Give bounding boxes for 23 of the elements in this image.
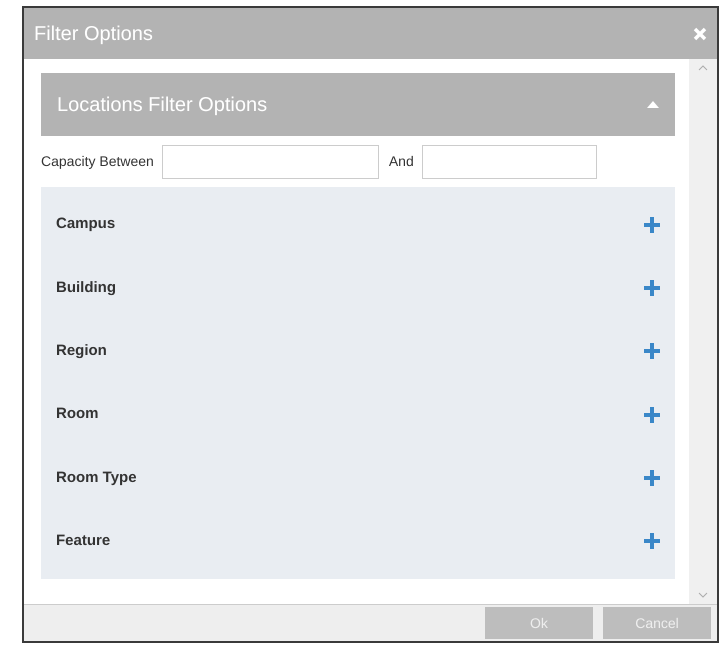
plus-icon bbox=[644, 280, 660, 296]
and-label: And bbox=[388, 152, 414, 171]
capacity-label: Capacity Between bbox=[41, 152, 154, 171]
collapse-icon bbox=[647, 101, 659, 108]
plus-icon bbox=[644, 216, 660, 233]
filter-row[interactable]: Room Type bbox=[41, 456, 675, 500]
plus-icon bbox=[644, 533, 660, 550]
scroll-up-icon bbox=[698, 65, 708, 71]
filter-row[interactable]: Room bbox=[41, 392, 675, 437]
filter-row[interactable]: Feature bbox=[41, 519, 675, 564]
dialog-title: Filter Options bbox=[34, 22, 153, 46]
filter-row[interactable]: Building bbox=[41, 266, 675, 310]
close-button[interactable] bbox=[693, 26, 707, 40]
scrollbar[interactable] bbox=[689, 59, 717, 604]
plus-icon bbox=[644, 470, 660, 486]
plus-icon bbox=[644, 343, 660, 360]
scroll-down-icon bbox=[698, 592, 708, 598]
filter-row[interactable]: Region bbox=[41, 329, 675, 374]
plus-icon bbox=[644, 406, 660, 423]
filter-row[interactable]: Campus bbox=[41, 202, 675, 247]
capacity-max-field[interactable] bbox=[422, 144, 597, 178]
capacity-min-field[interactable] bbox=[162, 144, 379, 178]
close-icon bbox=[693, 26, 707, 40]
